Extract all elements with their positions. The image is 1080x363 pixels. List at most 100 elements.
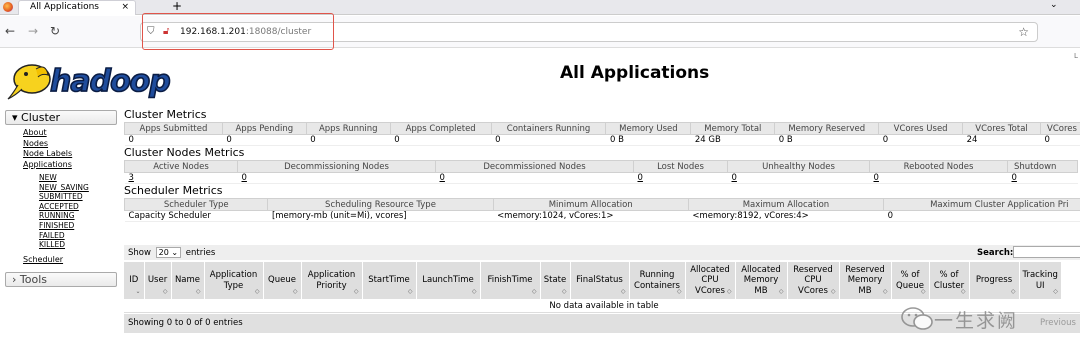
metric-value: 0 [390,134,492,146]
sidebar-item-state-finished[interactable]: FINISHED [23,221,117,231]
column-header-label: Queue [268,275,296,286]
scheduler-value: [memory-mb (unit=Mi), vcores] [267,210,494,222]
column-header[interactable]: StartTime ◇ [362,262,417,299]
sidebar-item-state-failed[interactable]: FAILED [23,231,117,241]
column-header[interactable]: Allocated Memory MB ◇ [735,262,788,299]
column-header[interactable]: Reserved Memory MB ◇ [839,262,892,299]
column-header[interactable]: Application Type ◇ [204,262,264,299]
node-metric-link[interactable]: 0 [237,172,436,184]
column-header-label: Name [174,275,201,286]
column-header[interactable]: LaunchTime ◇ [416,262,481,299]
sidebar-item-node-labels[interactable]: Node Labels [23,149,117,160]
node-metric-link[interactable]: 0 [435,172,634,184]
back-arrow-icon[interactable]: ← [5,24,15,38]
sidebar-item-state-submitted[interactable]: SUBMITTED [23,192,117,202]
browser-tab[interactable]: All Applications × [18,0,136,15]
node-metric-header: Unhealthy Nodes [727,160,870,173]
scheduler-metrics-heading: Scheduler Metrics [124,184,223,197]
sidebar-item-state-accepted[interactable]: ACCEPTED [23,202,117,212]
cluster-section-body: About Nodes Node Labels Applications NEW… [5,125,117,268]
tools-section-label: Tools [19,273,48,287]
sort-icon: ◇ [1053,287,1058,295]
page-size-value: 20 [158,248,169,257]
sidebar-item-applications[interactable]: Applications [23,160,117,171]
node-metric-link[interactable]: 0 [727,172,870,184]
previous-page-button[interactable]: Previous [1040,314,1076,333]
search-input[interactable] [1013,246,1080,258]
page-header: hadoop All Applications L [0,49,1080,105]
node-metric-link[interactable]: 0 [1007,172,1078,184]
tab-title: All Applications [30,2,99,12]
column-header[interactable]: Tracking UI ◇ [1019,262,1062,299]
column-header[interactable]: Queue ◇ [263,262,302,299]
tab-close-icon[interactable]: × [121,1,129,14]
metric-header: Apps Pending [221,122,307,135]
sort-icon: ◇ [531,287,537,295]
column-header[interactable]: Reserved CPU VCores ◇ [787,262,840,299]
column-header-label: Running Containers [634,270,680,291]
page-size-select[interactable]: 20 ⌄ [155,247,182,258]
page-title: All Applications [560,63,710,83]
metric-value: 0 [491,134,606,146]
cluster-metrics-table: Apps Submitted Apps Pending Apps Running… [124,122,1080,146]
column-header[interactable]: FinalStatus ◇ [570,262,630,299]
column-header[interactable]: % of Queue ◇ [891,262,930,299]
sidebar-item-about[interactable]: About [23,128,117,139]
sort-icon: ◇ [162,287,168,295]
metric-header: VCores Used [878,122,964,135]
cluster-section-header[interactable]: ▾ Cluster [5,110,117,125]
column-header-label: % of Queue [896,270,924,291]
sidebar-item-state-running[interactable]: RUNNING [23,211,117,221]
column-header-label: % of Cluster [933,270,965,291]
node-metric-link[interactable]: 0 [869,172,1008,184]
tab-list-button[interactable]: ⌄ [1050,0,1058,10]
column-header[interactable]: % of Cluster ◇ [929,262,970,299]
sidebar-item-state-new-saving[interactable]: NEW_SAVING [23,183,117,193]
table-info: Showing 0 to 0 of 0 entries [128,318,243,328]
hadoop-logo[interactable]: hadoop [6,55,206,101]
sidebar-item-nodes[interactable]: Nodes [23,139,117,150]
firefox-icon[interactable] [3,2,13,12]
column-header[interactable]: User ◇ [144,262,172,299]
sort-icon: ◇ [292,287,298,295]
column-header[interactable]: ID ⌄ [124,262,145,299]
column-header[interactable]: Name ◇ [171,262,205,299]
scheduler-header: Minimum Allocation [492,198,689,211]
table-controls: Show 20 ⌄ entries Search: [124,245,1080,260]
sort-icon: ◇ [620,287,626,295]
scheduler-metrics-table: Scheduler Type Scheduling Resource Type … [123,198,1080,222]
chat-bubble-icon [901,307,933,330]
new-tab-button[interactable]: + [172,0,182,13]
tools-section-header[interactable]: › Tools [5,272,117,288]
sidebar-item-state-killed[interactable]: KILLED [23,240,117,250]
column-header-label: Reserved CPU VCores [793,264,833,296]
sidebar-item-scheduler[interactable]: Scheduler [23,255,117,266]
forward-arrow-icon[interactable]: → [28,24,38,38]
node-metric-header: Active Nodes [124,160,238,173]
sort-icon: ◇ [960,287,966,295]
reload-icon[interactable]: ↻ [50,24,60,38]
nodes-metrics-heading: Cluster Nodes Metrics [124,146,245,159]
metric-header: VCores [1040,122,1080,135]
column-header-label: Allocated Memory MB [741,264,781,296]
logo-text: hadoop [50,64,170,99]
column-header[interactable]: Allocated CPU VCores ◇ [685,262,736,299]
column-header[interactable]: Progress ◇ [969,262,1020,299]
column-header[interactable]: FinishTime ◇ [480,262,541,299]
metric-value: 0 [124,134,223,146]
node-metric-link[interactable]: 0 [633,172,728,184]
column-header[interactable]: Application Priority ◇ [301,262,363,299]
column-header[interactable]: State ◇ [540,262,571,299]
sidebar-item-state-new[interactable]: NEW [23,173,117,183]
column-header[interactable]: Running Containers ◇ [629,262,686,299]
metric-header: Apps Running [305,122,391,135]
scheduler-value: <memory:1024, vCores:1> [493,210,689,222]
node-metric-header: Lost Nodes [633,160,728,173]
node-metric-link[interactable]: 3 [124,172,238,184]
bookmark-star-icon[interactable]: ☆ [1018,25,1029,39]
metric-header: Containers Running [490,122,607,135]
column-header-label: FinalStatus [576,275,623,286]
column-header-label: LaunchTime [422,275,474,286]
metric-header: Memory Used [605,122,692,135]
applications-table: ID ⌄ User ◇ Name ◇ Application Type ◇ Queue ◇… [124,262,1062,299]
